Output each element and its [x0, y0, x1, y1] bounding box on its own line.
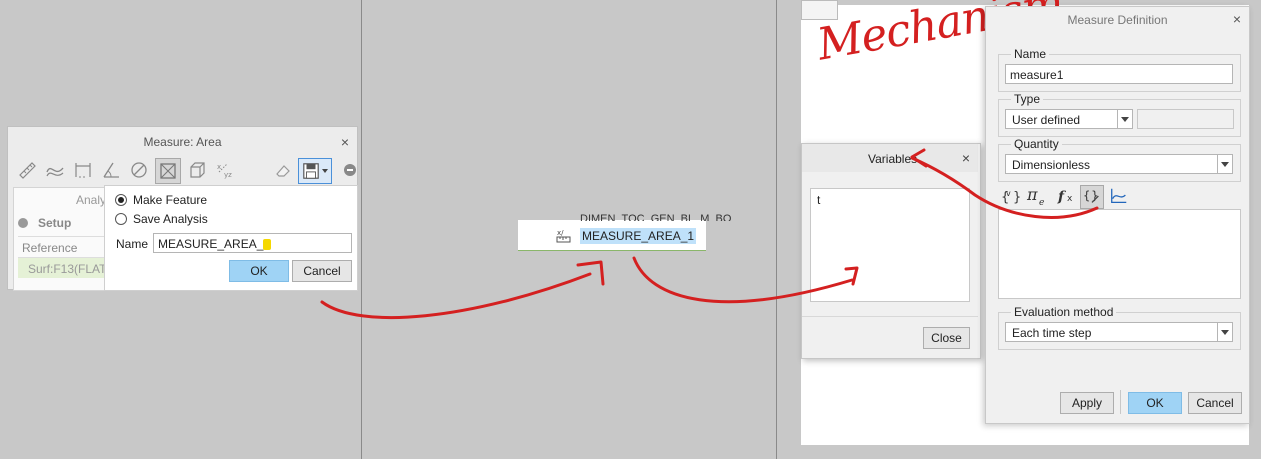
apply-button[interactable]: Apply [1060, 392, 1114, 414]
svg-text:v: v [1006, 189, 1011, 198]
measure-area-dialog: Measure: Area × x yz Analy Setup Referen… [7, 126, 358, 291]
dialog-title: Measure Definition [1067, 13, 1168, 27]
evaluation-group-label: Evaluation method [1011, 305, 1117, 319]
constants-icon[interactable]: πe [1026, 185, 1048, 207]
transform-icon[interactable]: x yz [213, 158, 237, 182]
area-icon[interactable] [155, 158, 181, 184]
ok-button[interactable]: OK [229, 260, 289, 282]
cancel-button[interactable]: Cancel [292, 260, 352, 282]
measure-select-icon[interactable]: {} [1080, 185, 1104, 209]
divider-right [776, 0, 777, 459]
dialog-title: Measure: Area [143, 135, 222, 149]
svg-text:e: e [1039, 198, 1044, 207]
chevron-down-icon [1217, 155, 1232, 173]
svg-text:x: x [217, 163, 221, 171]
type-group: Type User defined [998, 92, 1241, 137]
quantity-select[interactable]: Dimensionless [1005, 154, 1233, 174]
reference-value[interactable]: Surf:F13(FLAT [28, 262, 106, 276]
save-analysis-label: Save Analysis [133, 212, 208, 226]
close-icon[interactable]: × [962, 150, 970, 166]
make-feature-label: Make Feature [133, 193, 208, 207]
partial-tree-row: DIMEN_TOC_GEN_BL_M_BO [580, 213, 732, 221]
chevron-down-icon [1217, 323, 1232, 341]
name-label: Name [116, 237, 149, 251]
quantity-group-label: Quantity [1011, 137, 1062, 151]
svg-text:π: π [1026, 185, 1038, 204]
curve-icon[interactable] [43, 158, 67, 182]
eraser-icon[interactable] [271, 158, 295, 182]
variables-titlebar: Variables × [802, 144, 978, 172]
ruler-icon[interactable] [15, 158, 39, 182]
evaluation-group: Evaluation method Each time step [998, 305, 1241, 350]
volume-icon[interactable] [185, 158, 209, 182]
measure-name-input[interactable]: measure1 [1005, 64, 1233, 84]
evaluation-value: Each time step [1012, 326, 1092, 340]
arrow-to-tree [320, 272, 592, 320]
svg-text:x/: x/ [557, 229, 564, 237]
variable-item[interactable]: t [817, 193, 820, 207]
svg-text:yz: yz [224, 171, 232, 179]
save-dropdown-button[interactable] [298, 158, 332, 184]
reference-label: Reference [22, 241, 78, 255]
panel-heading: Analy [76, 193, 107, 207]
type-select[interactable]: User defined [1005, 109, 1133, 129]
evaluation-select[interactable]: Each time step [1005, 322, 1233, 342]
collapse-icon[interactable] [344, 164, 356, 176]
model-tree-snippet: DIMEN_TOC_GEN_BL_M_BO x/ MEASURE_AREA_1 [518, 213, 731, 251]
chevron-down-icon [1117, 110, 1132, 128]
angle-icon[interactable] [99, 158, 123, 182]
arrowhead-to-tree [576, 260, 605, 286]
variables-title: Variables [868, 152, 918, 166]
type-group-label: Type [1011, 92, 1044, 106]
svg-text:f: f [1057, 189, 1067, 205]
close-button[interactable]: Close [923, 327, 970, 349]
close-icon[interactable]: × [341, 134, 349, 150]
setup-panel: Analy Setup Reference Surf:F13(FLAT [13, 187, 111, 291]
close-icon[interactable]: × [1233, 11, 1241, 27]
cancel-button[interactable]: Cancel [1188, 392, 1242, 414]
analysis-feature-icon: x/ [556, 228, 572, 244]
feature-name-input[interactable]: MEASURE_AREA_ [153, 233, 352, 253]
feature-name-value: MEASURE_AREA_ [158, 237, 264, 251]
collapse-setup-icon[interactable] [18, 218, 28, 228]
measure-toolbar: x yz [13, 158, 356, 184]
type-value: User defined [1012, 113, 1081, 127]
svg-text:}: } [1013, 190, 1021, 205]
ok-button[interactable]: OK [1128, 392, 1182, 414]
variables-dialog: Variables × t Close [801, 143, 981, 359]
graph-icon[interactable] [1108, 185, 1130, 207]
variables-icon[interactable]: {v} [1000, 185, 1022, 207]
save-icon [303, 163, 319, 179]
quantity-value: Dimensionless [1012, 158, 1091, 172]
diameter-icon[interactable] [127, 158, 151, 182]
variables-list: t [810, 188, 970, 302]
feature-tree-item[interactable]: MEASURE_AREA_1 [580, 228, 697, 244]
cursor-icon [263, 239, 272, 251]
name-group-label: Name [1011, 47, 1050, 61]
setup-label: Setup [38, 216, 72, 230]
svg-text:}: } [1091, 189, 1099, 203]
svg-text:{: { [1083, 189, 1091, 203]
save-analysis-radio[interactable] [115, 213, 127, 225]
expression-editor[interactable] [998, 209, 1241, 299]
function-icon[interactable]: fx [1056, 185, 1078, 207]
quantity-group: Quantity Dimensionless [998, 137, 1241, 182]
divider-left [361, 0, 362, 459]
svg-text:x: x [1067, 194, 1073, 204]
save-analysis-popup: Make Feature Save Analysis Name MEASURE_… [104, 185, 358, 291]
make-feature-radio[interactable] [115, 194, 127, 206]
measure-definition-dialog: Measure Definition × Name measure1 Type … [985, 6, 1250, 424]
name-group: Name measure1 [998, 47, 1241, 92]
type-extra-field [1137, 109, 1234, 129]
chevron-down-icon [322, 169, 328, 173]
dimension-icon[interactable] [71, 158, 95, 182]
